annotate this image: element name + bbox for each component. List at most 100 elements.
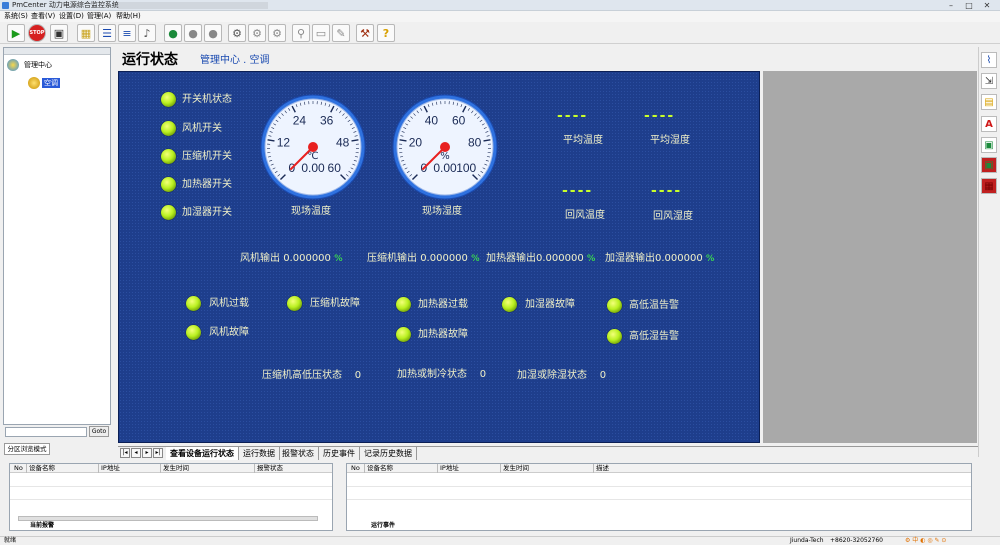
start-button[interactable]: ▶: [7, 24, 25, 42]
minimize-button[interactable]: –: [944, 1, 958, 10]
alarm-list-header: No 设备名称 IP地址 发生时间 报警状态: [10, 464, 332, 473]
device-tree-icon[interactable]: ▦: [77, 24, 95, 42]
tree-root[interactable]: 管理中心: [24, 61, 52, 70]
led-humidifier-fault: [502, 297, 517, 312]
led-fan-fault: [186, 325, 201, 340]
tab-record-history[interactable]: 记录历史数据: [360, 447, 417, 460]
tree-header: [4, 48, 110, 55]
panel-icon[interactable]: ▭: [312, 24, 330, 42]
label-heater: 加热器开关: [182, 179, 232, 191]
text-icon[interactable]: A: [981, 116, 997, 132]
compressor-pressure-label: 压缩机高低压状态: [262, 370, 342, 381]
label-heater-overload: 加热器过载: [418, 299, 468, 311]
main-tabs: |◂ ◂ ▸ ▸| 查看设备运行状态 运行数据 报警状态 历史事件 记录历史数据: [118, 446, 978, 459]
gauge-tick-label: 48: [336, 135, 350, 149]
label-fan-fault: 风机故障: [209, 327, 249, 339]
globe-remove-icon[interactable]: ●: [204, 24, 222, 42]
speaker-icon[interactable]: ♪: [138, 24, 156, 42]
menu-manage[interactable]: 管理(A): [87, 11, 111, 22]
col-ip[interactable]: IP地址: [101, 464, 120, 473]
fan-output-label: 风机输出: [240, 253, 280, 264]
maximize-button[interactable]: □: [962, 1, 976, 10]
col-no[interactable]: No: [351, 464, 360, 473]
goto-button[interactable]: Goto: [89, 426, 109, 437]
menu-bar: 系统(S) 查看(V) 设置(D) 管理(A) 帮助(H): [0, 11, 1000, 22]
col-time[interactable]: 发生时间: [503, 464, 529, 473]
tab-run-data[interactable]: 运行数据: [239, 447, 280, 460]
humidifier-output-unit: %: [706, 254, 715, 264]
compressor-pressure-state: 压缩机高低压状态 0: [262, 370, 361, 382]
nav-first-button[interactable]: |◂: [120, 448, 130, 458]
led-fan: [161, 121, 176, 136]
tree-search-input[interactable]: [5, 427, 87, 437]
device-tree: 管理中心 空调: [3, 47, 111, 425]
menu-settings[interactable]: 设置(D): [59, 11, 84, 22]
link-icon[interactable]: ⚲: [292, 24, 310, 42]
nav-last-button[interactable]: ▸|: [153, 448, 163, 458]
led-humidity-alarm: [607, 329, 622, 344]
tab-alarm-status[interactable]: 报警状态: [278, 447, 319, 460]
map-icon[interactable]: ▣: [981, 157, 997, 173]
save-button[interactable]: ▣: [50, 24, 68, 42]
tools-icon[interactable]: ⚒: [356, 24, 374, 42]
chart-icon[interactable]: ⌇: [981, 52, 997, 68]
led-fan-overload: [186, 296, 201, 311]
tree-child-icon: [28, 77, 40, 89]
row-line: [10, 499, 332, 500]
tab-zone-browse[interactable]: 分区浏览模式: [4, 443, 50, 455]
tab-run-events[interactable]: 运行事件: [371, 522, 395, 530]
gauge-tick-label: 60: [328, 161, 342, 175]
tab-device-status[interactable]: 查看设备运行状态: [166, 447, 239, 460]
alarm-list-scrollbar[interactable]: [18, 516, 318, 521]
export-icon[interactable]: ⇲: [981, 73, 997, 89]
col-time[interactable]: 发生时间: [163, 464, 189, 473]
fan-output-value: 0.000000: [283, 253, 331, 264]
title-bar: PmCenter 动力电源综合监控系统 – □ ✕: [0, 0, 1000, 11]
col-sep: [593, 464, 594, 473]
label-compressor: 压缩机开关: [182, 151, 232, 163]
return-temp-label: 回风温度: [565, 210, 605, 222]
network-edit-icon[interactable]: ⚙: [248, 24, 266, 42]
stop-button[interactable]: STOP: [28, 24, 46, 42]
humidify-value: 0: [600, 370, 606, 381]
close-button[interactable]: ✕: [980, 1, 994, 10]
network-add-icon[interactable]: ⚙: [228, 24, 246, 42]
help-icon[interactable]: ?: [377, 24, 395, 42]
window-title: PmCenter 动力电源综合监控系统: [12, 0, 119, 11]
menu-help[interactable]: 帮助(H): [116, 11, 141, 22]
col-no[interactable]: No: [14, 464, 23, 473]
led-temp-alarm: [607, 298, 622, 313]
col-device-name[interactable]: 设备名称: [29, 464, 55, 473]
fan-output-unit: %: [334, 254, 343, 264]
grid-icon[interactable]: ▦: [981, 178, 997, 194]
list-detail-icon[interactable]: ≡: [118, 24, 136, 42]
globe-add-icon[interactable]: ●: [164, 24, 182, 42]
gauge-temperature-label: 现场温度: [291, 206, 331, 218]
col-description[interactable]: 描述: [596, 464, 609, 473]
network-remove-icon[interactable]: ⚙: [268, 24, 286, 42]
col-device-name[interactable]: 设备名称: [367, 464, 393, 473]
row-line: [347, 499, 971, 500]
list-icon[interactable]: ☰: [98, 24, 116, 42]
col-alarm-status[interactable]: 报警状态: [257, 464, 283, 473]
tab-history-events[interactable]: 历史事件: [319, 447, 360, 460]
folder-icon[interactable]: ▤: [981, 94, 997, 110]
menu-system[interactable]: 系统(S): [4, 11, 28, 22]
tab-current-alarm[interactable]: 当前报警: [30, 522, 54, 530]
gauge-tick-label: 60: [452, 113, 466, 127]
image-icon[interactable]: ▣: [981, 137, 997, 153]
label-heater-fault: 加热器故障: [418, 329, 468, 341]
compressor-pressure-value: 0: [355, 370, 361, 381]
humidifier-output: 加湿器输出0.000000 %: [605, 253, 714, 265]
nav-prev-button[interactable]: ◂: [131, 448, 141, 458]
nav-next-button[interactable]: ▸: [142, 448, 152, 458]
globe-icon[interactable]: ●: [184, 24, 202, 42]
status-bar: 就绪 Jiunda-Tech +8620-32052760 ⚙ 中 ◐ ◎ ✎ …: [0, 536, 1000, 544]
col-ip[interactable]: IP地址: [440, 464, 459, 473]
return-humidity-value: ----: [651, 185, 682, 197]
label-humidifier: 加湿器开关: [182, 207, 232, 219]
brush-icon[interactable]: ✎: [332, 24, 350, 42]
avg-temp-value: ----: [557, 110, 588, 122]
menu-view[interactable]: 查看(V): [31, 11, 55, 22]
tree-child[interactable]: 空调: [42, 78, 60, 88]
